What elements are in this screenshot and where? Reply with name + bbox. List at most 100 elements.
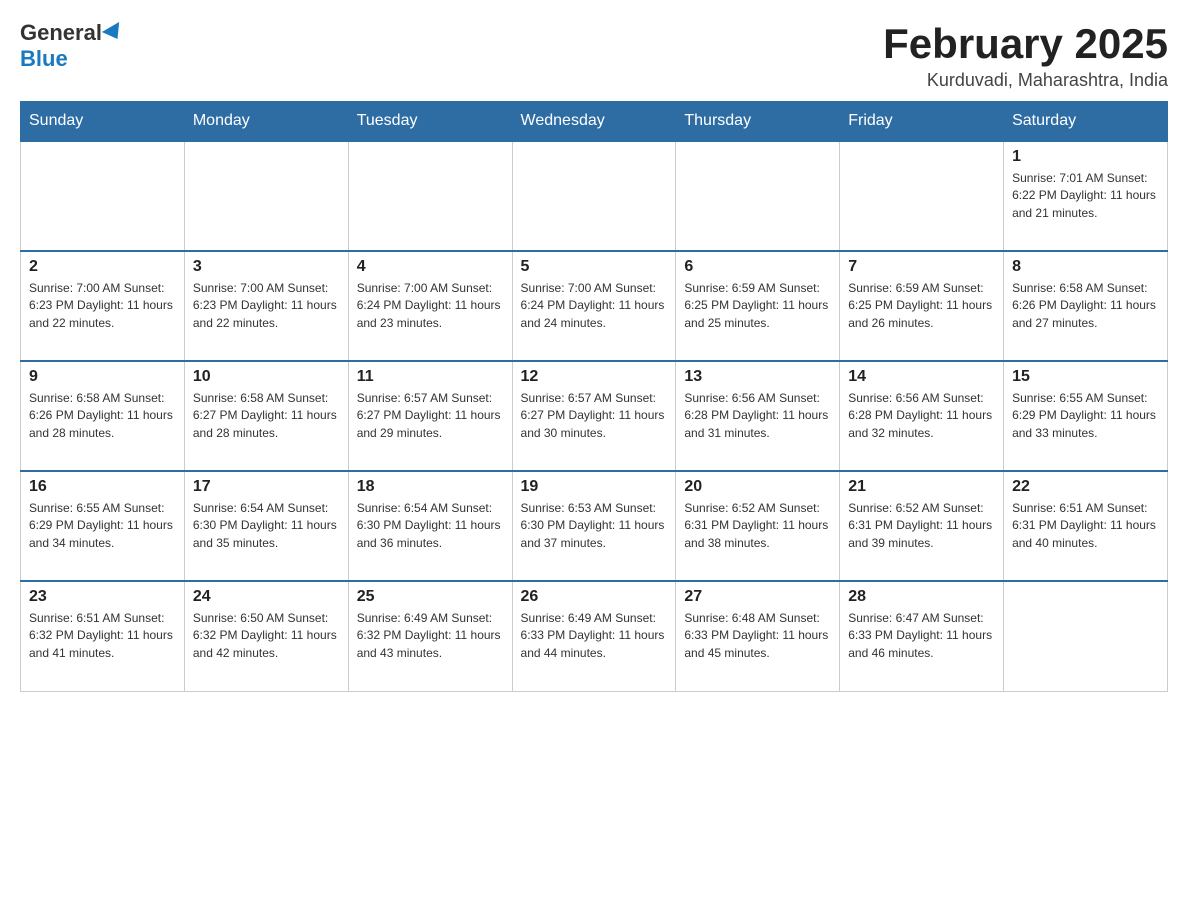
day-number: 16 (29, 478, 176, 496)
day-number: 7 (848, 258, 995, 276)
calendar-cell (512, 141, 676, 251)
day-number: 17 (193, 478, 340, 496)
day-info: Sunrise: 6:50 AM Sunset: 6:32 PM Dayligh… (193, 610, 340, 662)
day-header-tuesday: Tuesday (348, 102, 512, 142)
calendar-cell: 2 Sunrise: 7:00 AM Sunset: 6:23 PM Daylig… (21, 251, 185, 361)
calendar-cell: 25 Sunrise: 6:49 AM Sunset: 6:32 PM Dayli… (348, 581, 512, 691)
calendar-cell (21, 141, 185, 251)
calendar-cell: 20 Sunrise: 6:52 AM Sunset: 6:31 PM Dayli… (676, 471, 840, 581)
calendar-cell: 8 Sunrise: 6:58 AM Sunset: 6:26 PM Daylig… (1004, 251, 1168, 361)
calendar-cell: 3 Sunrise: 7:00 AM Sunset: 6:23 PM Daylig… (184, 251, 348, 361)
day-header-saturday: Saturday (1004, 102, 1168, 142)
page-header: General Blue February 2025 Kurduvadi, Ma… (20, 20, 1168, 91)
logo-triangle-icon (102, 22, 126, 44)
day-info: Sunrise: 7:01 AM Sunset: 6:22 PM Dayligh… (1012, 170, 1159, 222)
logo: General Blue (20, 20, 124, 72)
month-title: February 2025 (883, 20, 1168, 68)
day-info: Sunrise: 6:52 AM Sunset: 6:31 PM Dayligh… (848, 500, 995, 552)
day-number: 13 (684, 368, 831, 386)
day-info: Sunrise: 6:55 AM Sunset: 6:29 PM Dayligh… (1012, 390, 1159, 442)
calendar-cell: 19 Sunrise: 6:53 AM Sunset: 6:30 PM Dayli… (512, 471, 676, 581)
day-info: Sunrise: 6:58 AM Sunset: 6:27 PM Dayligh… (193, 390, 340, 442)
day-number: 25 (357, 588, 504, 606)
week-row-3: 9Sunrise: 6:58 AM Sunset: 6:26 PM Daylig… (21, 361, 1168, 471)
day-info: Sunrise: 6:51 AM Sunset: 6:31 PM Dayligh… (1012, 500, 1159, 552)
day-info: Sunrise: 6:51 AM Sunset: 6:32 PM Dayligh… (29, 610, 176, 662)
day-number: 15 (1012, 368, 1159, 386)
day-info: Sunrise: 7:00 AM Sunset: 6:24 PM Dayligh… (357, 280, 504, 332)
day-info: Sunrise: 6:57 AM Sunset: 6:27 PM Dayligh… (521, 390, 668, 442)
day-number: 3 (193, 258, 340, 276)
day-number: 10 (193, 368, 340, 386)
day-info: Sunrise: 6:56 AM Sunset: 6:28 PM Dayligh… (848, 390, 995, 442)
calendar-cell (348, 141, 512, 251)
day-number: 14 (848, 368, 995, 386)
day-info: Sunrise: 6:54 AM Sunset: 6:30 PM Dayligh… (357, 500, 504, 552)
logo-general-text: General (20, 20, 124, 46)
title-section: February 2025 Kurduvadi, Maharashtra, In… (883, 20, 1168, 91)
calendar-cell: 27Sunrise: 6:48 AM Sunset: 6:33 PM Dayli… (676, 581, 840, 691)
day-number: 4 (357, 258, 504, 276)
day-number: 8 (1012, 258, 1159, 276)
calendar-cell: 11 Sunrise: 6:57 AM Sunset: 6:27 PM Dayli… (348, 361, 512, 471)
day-header-wednesday: Wednesday (512, 102, 676, 142)
calendar-cell (184, 141, 348, 251)
calendar-cell: 17 Sunrise: 6:54 AM Sunset: 6:30 PM Dayli… (184, 471, 348, 581)
calendar-cell: 24Sunrise: 6:50 AM Sunset: 6:32 PM Dayli… (184, 581, 348, 691)
week-row-4: 16 Sunrise: 6:55 AM Sunset: 6:29 PM Dayli… (21, 471, 1168, 581)
calendar-cell: 10 Sunrise: 6:58 AM Sunset: 6:27 PM Dayli… (184, 361, 348, 471)
day-info: Sunrise: 7:00 AM Sunset: 6:23 PM Dayligh… (29, 280, 176, 332)
day-info: Sunrise: 7:00 AM Sunset: 6:23 PM Dayligh… (193, 280, 340, 332)
location-label: Kurduvadi, Maharashtra, India (883, 70, 1168, 91)
calendar-table: SundayMondayTuesdayWednesdayThursdayFrid… (20, 101, 1168, 692)
calendar-cell: 9Sunrise: 6:58 AM Sunset: 6:26 PM Daylig… (21, 361, 185, 471)
calendar-header-row: SundayMondayTuesdayWednesdayThursdayFrid… (21, 102, 1168, 142)
calendar-cell: 1 Sunrise: 7:01 AM Sunset: 6:22 PM Daylig… (1004, 141, 1168, 251)
day-number: 6 (684, 258, 831, 276)
day-info: Sunrise: 6:49 AM Sunset: 6:33 PM Dayligh… (521, 610, 668, 662)
day-header-sunday: Sunday (21, 102, 185, 142)
day-header-monday: Monday (184, 102, 348, 142)
day-number: 22 (1012, 478, 1159, 496)
day-number: 12 (521, 368, 668, 386)
day-number: 2 (29, 258, 176, 276)
day-info: Sunrise: 6:56 AM Sunset: 6:28 PM Dayligh… (684, 390, 831, 442)
calendar-cell: 13 Sunrise: 6:56 AM Sunset: 6:28 PM Dayli… (676, 361, 840, 471)
week-row-5: 23 Sunrise: 6:51 AM Sunset: 6:32 PM Dayli… (21, 581, 1168, 691)
day-info: Sunrise: 6:47 AM Sunset: 6:33 PM Dayligh… (848, 610, 995, 662)
day-info: Sunrise: 6:53 AM Sunset: 6:30 PM Dayligh… (521, 500, 668, 552)
day-number: 18 (357, 478, 504, 496)
calendar-cell: 21Sunrise: 6:52 AM Sunset: 6:31 PM Dayli… (840, 471, 1004, 581)
day-info: Sunrise: 6:57 AM Sunset: 6:27 PM Dayligh… (357, 390, 504, 442)
day-info: Sunrise: 6:54 AM Sunset: 6:30 PM Dayligh… (193, 500, 340, 552)
calendar-cell: 26 Sunrise: 6:49 AM Sunset: 6:33 PM Dayli… (512, 581, 676, 691)
calendar-cell: 14 Sunrise: 6:56 AM Sunset: 6:28 PM Dayli… (840, 361, 1004, 471)
day-info: Sunrise: 6:58 AM Sunset: 6:26 PM Dayligh… (1012, 280, 1159, 332)
day-header-friday: Friday (840, 102, 1004, 142)
day-info: Sunrise: 6:59 AM Sunset: 6:25 PM Dayligh… (684, 280, 831, 332)
calendar-cell: 5Sunrise: 7:00 AM Sunset: 6:24 PM Daylig… (512, 251, 676, 361)
day-info: Sunrise: 6:52 AM Sunset: 6:31 PM Dayligh… (684, 500, 831, 552)
day-info: Sunrise: 6:49 AM Sunset: 6:32 PM Dayligh… (357, 610, 504, 662)
day-info: Sunrise: 6:59 AM Sunset: 6:25 PM Dayligh… (848, 280, 995, 332)
calendar-cell: 4 Sunrise: 7:00 AM Sunset: 6:24 PM Daylig… (348, 251, 512, 361)
logo-blue-label: Blue (20, 46, 68, 72)
day-info: Sunrise: 7:00 AM Sunset: 6:24 PM Dayligh… (521, 280, 668, 332)
calendar-cell: 23 Sunrise: 6:51 AM Sunset: 6:32 PM Dayli… (21, 581, 185, 691)
day-number: 9 (29, 368, 176, 386)
day-number: 11 (357, 368, 504, 386)
calendar-cell: 22 Sunrise: 6:51 AM Sunset: 6:31 PM Dayli… (1004, 471, 1168, 581)
day-number: 27 (684, 588, 831, 606)
day-number: 1 (1012, 148, 1159, 166)
day-info: Sunrise: 6:55 AM Sunset: 6:29 PM Dayligh… (29, 500, 176, 552)
day-header-thursday: Thursday (676, 102, 840, 142)
day-number: 23 (29, 588, 176, 606)
week-row-1: 1 Sunrise: 7:01 AM Sunset: 6:22 PM Daylig… (21, 141, 1168, 251)
day-number: 26 (521, 588, 668, 606)
calendar-cell: 12 Sunrise: 6:57 AM Sunset: 6:27 PM Dayli… (512, 361, 676, 471)
day-number: 28 (848, 588, 995, 606)
calendar-cell: 15 Sunrise: 6:55 AM Sunset: 6:29 PM Dayli… (1004, 361, 1168, 471)
logo-general-label: General (20, 20, 102, 46)
day-number: 20 (684, 478, 831, 496)
day-number: 19 (521, 478, 668, 496)
